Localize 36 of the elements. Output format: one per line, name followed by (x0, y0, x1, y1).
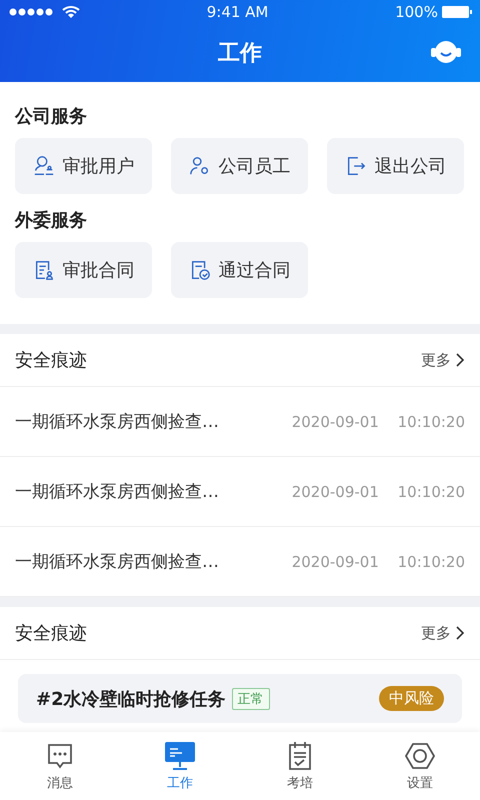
section-title: 安全痕迹 (15, 622, 87, 645)
tab-item[interactable]: 工作 (120, 732, 240, 800)
status-time: 9:41 AM (206, 3, 268, 21)
task-card[interactable]: #2水冷壁临时抢修任务 正常 中风险 (18, 674, 462, 723)
trace-title: 一期循环水泵房西侧捡查… (15, 481, 219, 503)
more-link[interactable]: 更多 (421, 624, 465, 642)
trace-time: 2020-09-01 10:10:20 (292, 482, 465, 500)
chevron-right-icon (455, 352, 465, 368)
tab-item[interactable]: 设置 (360, 732, 480, 800)
service-button[interactable]: 通过合同 (171, 242, 308, 298)
more-link[interactable]: 更多 (421, 350, 465, 370)
status-tag: 正常 (232, 688, 270, 710)
battery-percent: 100% (395, 3, 438, 21)
settings-icon (405, 740, 435, 770)
service-button[interactable]: 审批合同 (15, 242, 152, 298)
task-title: #2水冷壁临时抢修任务 (36, 688, 226, 710)
user-stamp-icon (32, 155, 54, 177)
checklist-icon (286, 740, 314, 770)
risk-badge: 中风险 (379, 686, 444, 711)
wifi-icon (62, 5, 80, 19)
tab-item[interactable]: 考培 (240, 732, 360, 800)
page-title: 工作 (218, 40, 262, 68)
monitor-icon (164, 740, 196, 770)
battery-icon (442, 6, 472, 18)
service-button[interactable]: 审批用户 (15, 138, 152, 194)
trace-time: 2020-09-01 10:10:20 (292, 552, 465, 570)
section-title: 外委服务 (15, 209, 88, 232)
service-button[interactable]: 公司员工 (171, 138, 308, 194)
chevron-right-icon (455, 625, 465, 641)
trace-title: 一期循环水泵房西侧捡查… (15, 411, 219, 433)
trace-time: 2020-09-01 10:10:20 (292, 412, 465, 430)
tab-item[interactable]: 消息 (0, 732, 120, 800)
section-title: 公司服务 (15, 105, 88, 128)
service-button[interactable]: 退出公司 (327, 138, 464, 194)
section-title: 安全痕迹 (15, 349, 87, 372)
trace-title: 一期循环水泵房西侧捡查… (15, 551, 219, 573)
